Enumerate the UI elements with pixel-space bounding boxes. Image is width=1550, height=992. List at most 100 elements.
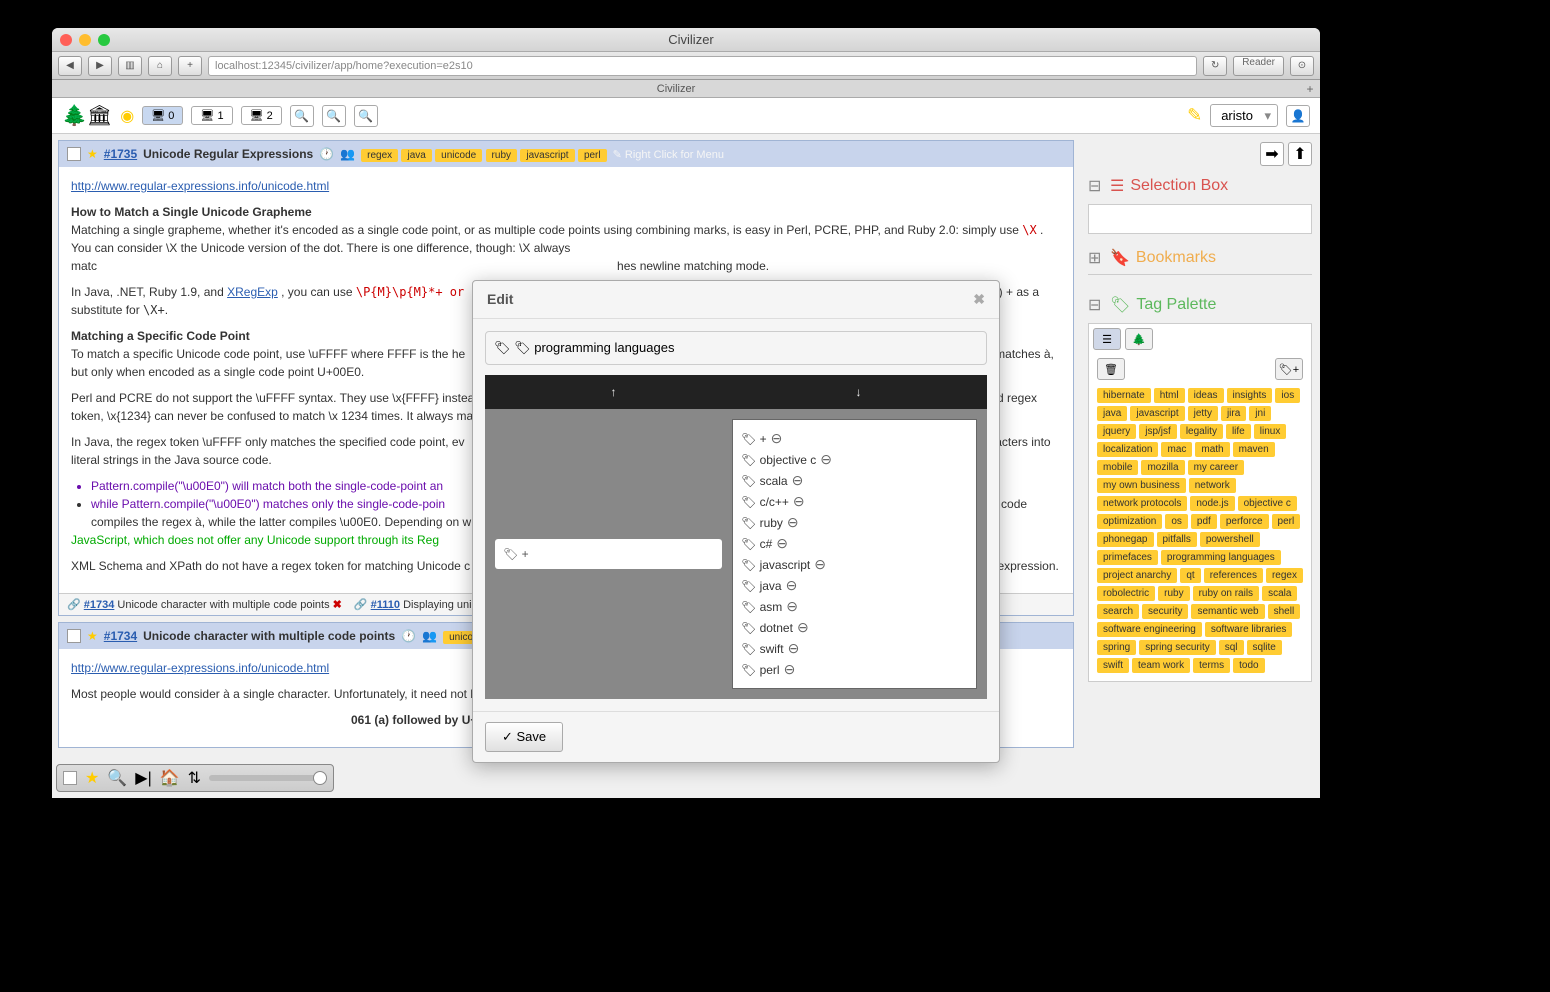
close-window[interactable] (60, 34, 72, 46)
tag-list-item[interactable]: 🏷 perl ⊖ (741, 659, 968, 680)
remove-tag-icon[interactable]: ⊖ (786, 598, 798, 615)
ft-slider[interactable] (209, 775, 327, 781)
back-button[interactable]: ◀ (58, 56, 82, 76)
tag-chip[interactable]: mobile (1097, 460, 1138, 475)
downloads-button[interactable]: ⊙ (1290, 56, 1314, 76)
ft-search[interactable]: 🔍 (107, 768, 127, 788)
remove-tag-icon[interactable]: ⊖ (793, 493, 805, 510)
tag-chip[interactable]: jquery (1097, 424, 1136, 439)
tag-chip[interactable]: software engineering (1097, 622, 1202, 637)
home-button[interactable]: ⌂ (148, 56, 172, 76)
tag-chip[interactable]: os (1165, 514, 1188, 529)
save-button[interactable]: ✓ Save (485, 722, 563, 752)
clock-icon[interactable]: 🕐 (319, 147, 334, 161)
tag-list-item[interactable]: 🏷 c/c++ ⊖ (741, 491, 968, 512)
search-2[interactable]: 🔍 (322, 105, 346, 127)
add-tag-input[interactable]: 🏷 + (495, 539, 722, 569)
tag-chip[interactable]: shell (1268, 604, 1301, 619)
tag-chip[interactable]: ruby on rails (1193, 586, 1259, 601)
tag-chip[interactable]: jetty (1188, 406, 1218, 421)
tag-chip[interactable]: jni (1249, 406, 1271, 421)
source-link[interactable]: http://www.regular-expressions.info/unic… (71, 179, 329, 193)
minimize-window[interactable] (79, 34, 91, 46)
tag-chip[interactable]: my career (1188, 460, 1244, 475)
remove-tag-icon[interactable]: ⊖ (814, 556, 826, 573)
remove-icon[interactable]: ✖ (333, 599, 342, 611)
ft-next[interactable]: ▶| (135, 768, 151, 788)
article-checkbox[interactable] (67, 147, 81, 161)
tag-chip[interactable]: powershell (1200, 532, 1260, 547)
tag-chip[interactable]: math (1195, 442, 1229, 457)
tag-chip[interactable]: maven (1233, 442, 1275, 457)
tag-chip[interactable]: localization (1097, 442, 1158, 457)
tag-chip[interactable]: mac (1161, 442, 1192, 457)
reader-button[interactable]: Reader (1233, 56, 1284, 76)
zoom-window[interactable] (98, 34, 110, 46)
tag-chip[interactable]: ios (1275, 388, 1300, 403)
move-right-button[interactable]: ➡ (1260, 142, 1284, 166)
tag-chip[interactable]: optimization (1097, 514, 1162, 529)
tag-chip[interactable]: mozilla (1141, 460, 1184, 475)
tag-chip[interactable]: team work (1132, 658, 1190, 673)
tag-chip[interactable]: perl (578, 149, 607, 162)
remove-tag-icon[interactable]: ⊖ (776, 535, 788, 552)
tag-list-item[interactable]: 🏷 swift ⊖ (741, 638, 968, 659)
tag-chip[interactable]: network protocols (1097, 496, 1187, 511)
tag-chip[interactable]: sql (1219, 640, 1244, 655)
remove-tag-icon[interactable]: ⊖ (820, 451, 832, 468)
browser-tab[interactable]: Civilizer (52, 83, 1300, 95)
tag-chip[interactable]: html (1154, 388, 1185, 403)
search-3[interactable]: 🔍 (354, 105, 378, 127)
remove-tag-icon[interactable]: ⊖ (771, 430, 783, 447)
tag-chip[interactable]: java (401, 149, 431, 162)
indicator-icon[interactable]: ◉ (120, 106, 134, 126)
bookmarks-header[interactable]: ⊞ 🔖 Bookmarks (1088, 244, 1312, 272)
tag-list-item[interactable]: 🏷 scala ⊖ (741, 470, 968, 491)
tag-chip[interactable]: unicode (435, 149, 482, 162)
tag-list-item[interactable]: 🏷 c# ⊖ (741, 533, 968, 554)
monitor-1[interactable]: 🖥 1 (191, 106, 232, 125)
remove-tag-icon[interactable]: ⊖ (787, 514, 799, 531)
selection-box-header[interactable]: ⊟ ☰ Selection Box (1088, 172, 1312, 200)
tag-chip[interactable]: insights (1227, 388, 1273, 403)
tag-chip[interactable]: linux (1254, 424, 1287, 439)
forward-button[interactable]: ▶ (88, 56, 112, 76)
tag-chip[interactable]: programming languages (1161, 550, 1281, 565)
tag-chip[interactable]: search (1097, 604, 1139, 619)
monitor-0[interactable]: 🖥 0 (142, 106, 183, 125)
tag-name-input[interactable]: 🏷 programming languages (485, 331, 987, 365)
tag-chip[interactable]: perl (1272, 514, 1301, 529)
tag-list-item[interactable]: 🏷 + ⊖ (741, 428, 968, 449)
tag-chip[interactable]: ruby (1158, 586, 1189, 601)
group-icon[interactable]: 👥 (340, 147, 355, 161)
tag-chip[interactable]: terms (1193, 658, 1230, 673)
tag-list-item[interactable]: 🏷 objective c ⊖ (741, 449, 968, 470)
tag-chip[interactable]: qt (1180, 568, 1200, 583)
tag-list-item[interactable]: 🏷 java ⊖ (741, 575, 968, 596)
tag-chip[interactable]: life (1226, 424, 1251, 439)
list-view-button[interactable]: ☰ (1093, 328, 1121, 350)
remove-tag-icon[interactable]: ⊖ (788, 640, 800, 657)
clock-icon[interactable]: 🕐 (401, 629, 416, 643)
tag-list-item[interactable]: 🏷 javascript ⊖ (741, 554, 968, 575)
tag-chip[interactable]: semantic web (1191, 604, 1264, 619)
ft-star[interactable]: ★ (85, 768, 99, 788)
move-up-button[interactable]: ⬆ (1288, 142, 1312, 166)
tag-chip[interactable]: spring security (1139, 640, 1215, 655)
search-1[interactable]: 🔍 (290, 105, 314, 127)
tag-chip[interactable]: ruby (486, 149, 517, 162)
tag-chip[interactable]: todo (1233, 658, 1264, 673)
remove-tag-icon[interactable]: ⊖ (786, 577, 798, 594)
tag-palette-header[interactable]: ⊟ 🏷 Tag Palette (1088, 291, 1312, 319)
star-icon[interactable]: ★ (87, 147, 98, 161)
move-up-button[interactable]: ↑ (491, 381, 736, 403)
floating-toolbar[interactable]: ★ 🔍 ▶| 🏠 ⇅ (56, 764, 334, 792)
monitor-2[interactable]: 🖥 2 (241, 106, 282, 125)
tag-chip[interactable]: robolectric (1097, 586, 1155, 601)
tag-chip[interactable]: jira (1221, 406, 1246, 421)
new-tab-button[interactable]: + (1300, 82, 1320, 96)
tag-chip[interactable]: security (1142, 604, 1188, 619)
ft-home[interactable]: 🏠 (160, 768, 180, 788)
tag-chip[interactable]: javascript (1130, 406, 1184, 421)
tag-chip[interactable]: scala (1262, 586, 1297, 601)
